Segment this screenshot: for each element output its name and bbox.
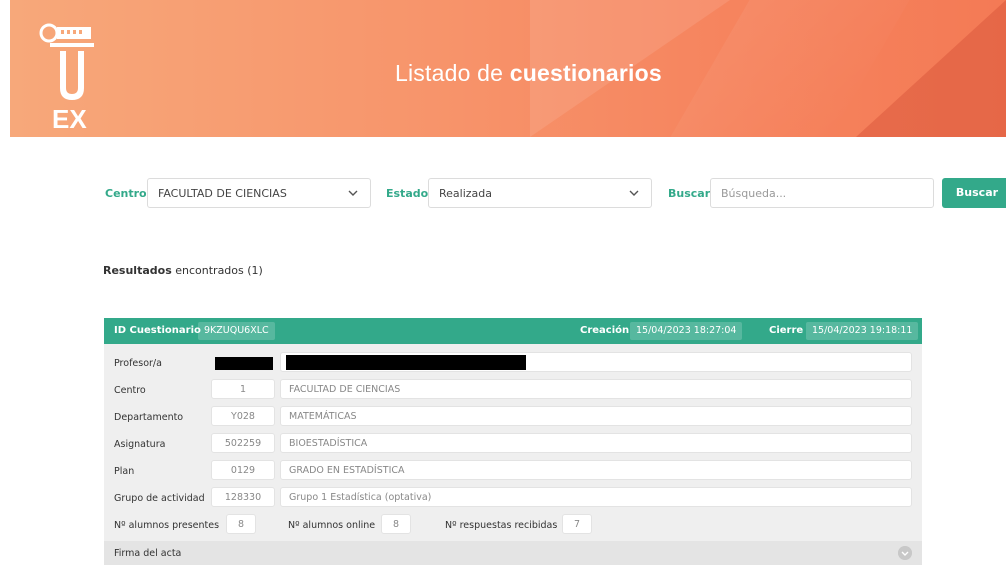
row-grupo: Grupo de actividad 128330 Grupo 1 Estadí… (104, 487, 922, 509)
filter-bar: Centro FACULTAD DE CIENCIAS Estado Reali… (0, 178, 1006, 210)
row-label: Asignatura (114, 439, 166, 450)
row-code: 0129 (211, 460, 275, 480)
cierre-value: 15/04/2023 19:18:11 (806, 322, 919, 340)
row-value: BIOESTADÍSTICA (280, 433, 912, 453)
estado-select[interactable]: Realizada (428, 178, 652, 208)
search-placeholder: Búsqueda... (721, 187, 787, 200)
questionnaire-card-header[interactable]: ID Cuestionario 9KZUQU6XLC Creación 15/0… (104, 318, 922, 344)
presentes-value: 8 (226, 514, 256, 534)
chevron-down-icon (348, 190, 358, 196)
redacted-block (286, 355, 526, 370)
row-code: 128330 (211, 487, 275, 507)
row-value: FACULTAD DE CIENCIAS (280, 379, 912, 399)
search-input[interactable]: Búsqueda... (710, 178, 934, 208)
cierre-label: Cierre (769, 325, 804, 336)
page-header: EX Listado de cuestionarios (10, 0, 1006, 137)
id-label: ID Cuestionario (114, 325, 201, 336)
firma-section-toggle[interactable]: Firma del acta (104, 541, 922, 565)
results-label-rest: encontrados (1) (171, 264, 263, 277)
questionnaire-card-body: Profesor/a Centro 1 FACULTAD DE CIENCIAS… (104, 344, 922, 565)
respuestas-label: Nº respuestas recibidas (445, 520, 558, 531)
buscar-label: Buscar (668, 187, 711, 200)
redacted-block (215, 357, 273, 370)
firma-label: Firma del acta (114, 548, 182, 559)
centro-select-value: FACULTAD DE CIENCIAS (158, 187, 287, 200)
centro-label: Centro (105, 187, 147, 200)
row-label: Plan (114, 466, 135, 477)
row-code: 1 (211, 379, 275, 399)
row-label: Profesor/a (114, 358, 162, 369)
row-centro: Centro 1 FACULTAD DE CIENCIAS (104, 379, 922, 401)
row-code: Y028 (211, 406, 275, 426)
respuestas-value: 7 (562, 514, 592, 534)
row-value: GRADO EN ESTADÍSTICA (280, 460, 912, 480)
centro-select[interactable]: FACULTAD DE CIENCIAS (147, 178, 371, 208)
presentes-label: Nº alumnos presentes (114, 520, 220, 531)
row-value: MATEMÁTICAS (280, 406, 912, 426)
row-asignatura: Asignatura 502259 BIOESTADÍSTICA (104, 433, 922, 455)
chevron-down-icon (629, 190, 639, 196)
online-label: Nº alumnos online (288, 520, 376, 531)
creacion-label: Creación (580, 325, 630, 336)
page-title-bold: cuestionarios (509, 60, 662, 86)
header-decoration (856, 0, 1006, 137)
chevron-down-icon[interactable] (898, 546, 912, 560)
row-label: Centro (114, 385, 146, 396)
creacion-value: 15/04/2023 18:27:04 (630, 322, 743, 340)
uex-logo: EX (39, 23, 94, 130)
estado-label: Estado (386, 187, 429, 200)
row-plan: Plan 0129 GRADO EN ESTADÍSTICA (104, 460, 922, 482)
row-label: Departamento (114, 412, 184, 423)
search-button[interactable]: Buscar (942, 178, 1006, 208)
results-label-bold: Resultados (103, 264, 172, 277)
page-title-light: Listado de (395, 60, 510, 86)
row-code: 502259 (211, 433, 275, 453)
row-value: Grupo 1 Estadística (optativa) (280, 487, 912, 507)
row-stats: Nº alumnos presentes 8 Nº alumnos online… (104, 514, 922, 536)
id-value: 9KZUQU6XLC (198, 322, 275, 340)
estado-select-value: Realizada (439, 187, 493, 200)
row-departamento: Departamento Y028 MATEMÁTICAS (104, 406, 922, 428)
results-count: Resultados encontrados (1) (103, 264, 263, 277)
online-value: 8 (381, 514, 411, 534)
row-profesor: Profesor/a (104, 352, 922, 374)
row-label: Grupo de actividad (114, 493, 205, 504)
svg-text:EX: EX (52, 104, 87, 130)
page-title: Listado de cuestionarios (395, 60, 662, 87)
